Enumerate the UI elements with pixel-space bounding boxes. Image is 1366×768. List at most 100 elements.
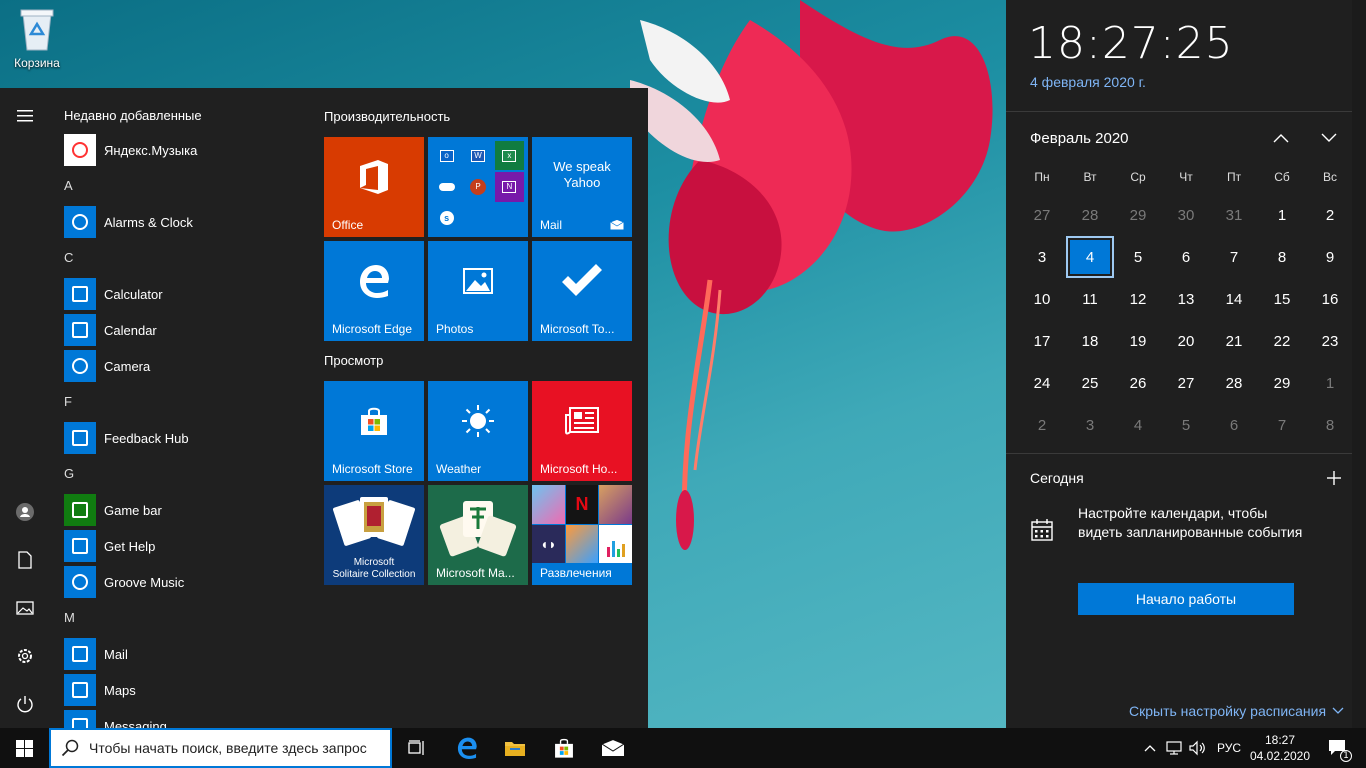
- calendar-day[interactable]: 16: [1306, 278, 1354, 320]
- calendar-day[interactable]: 26: [1114, 362, 1162, 404]
- action-center-button[interactable]: 1: [1318, 728, 1358, 768]
- calendar-day[interactable]: 27: [1018, 194, 1066, 236]
- hide-agenda-link[interactable]: Скрыть настройку расписания: [1129, 703, 1344, 719]
- calendar-day[interactable]: 4: [1114, 404, 1162, 446]
- app-list-item[interactable]: Maps: [64, 674, 136, 706]
- calendar-day[interactable]: 30: [1162, 194, 1210, 236]
- tile-solitaire[interactable]: Microsoft Solitaire Collection: [324, 485, 424, 585]
- app-list-item[interactable]: Calendar: [64, 314, 157, 346]
- calendar-day[interactable]: 8: [1258, 236, 1306, 278]
- calendar-day[interactable]: 18: [1066, 320, 1114, 362]
- taskbar-edge[interactable]: [443, 728, 491, 768]
- calendar-day-today[interactable]: 4: [1066, 236, 1114, 278]
- settings-button[interactable]: [13, 644, 37, 668]
- app-list-item[interactable]: Calculator: [64, 278, 163, 310]
- taskbar-mail[interactable]: [589, 728, 637, 768]
- calendar-day[interactable]: 13: [1162, 278, 1210, 320]
- calendar-day[interactable]: 1: [1306, 362, 1354, 404]
- calendar-day[interactable]: 27: [1162, 362, 1210, 404]
- user-account-button[interactable]: [13, 500, 37, 524]
- calendar-day[interactable]: 22: [1258, 320, 1306, 362]
- network-button[interactable]: [1163, 728, 1185, 768]
- calendar-day[interactable]: 21: [1210, 320, 1258, 362]
- calendar-day[interactable]: 6: [1162, 236, 1210, 278]
- calendar-day[interactable]: 28: [1210, 362, 1258, 404]
- calendar-day[interactable]: 20: [1162, 320, 1210, 362]
- calendar-day[interactable]: 29: [1114, 194, 1162, 236]
- calendar-day[interactable]: 5: [1162, 404, 1210, 446]
- tile-microsoft-todo[interactable]: Microsoft To...: [532, 241, 632, 341]
- app-list-item[interactable]: Feedback Hub: [64, 422, 189, 454]
- calendar-day[interactable]: 10: [1018, 278, 1066, 320]
- tile-office[interactable]: Office: [324, 137, 424, 237]
- task-view-button[interactable]: [394, 728, 440, 768]
- hamburger-menu-button[interactable]: [13, 104, 37, 128]
- power-button[interactable]: [13, 692, 37, 716]
- calendar-day[interactable]: 5: [1114, 236, 1162, 278]
- alphabet-letter-f[interactable]: F: [64, 394, 72, 409]
- previous-month-button[interactable]: [1269, 126, 1293, 150]
- calendar-day[interactable]: 28: [1066, 194, 1114, 236]
- calendar-day[interactable]: 3: [1066, 404, 1114, 446]
- tile-weather[interactable]: Weather: [428, 381, 528, 481]
- show-hidden-icons-button[interactable]: [1140, 728, 1160, 768]
- calendar-day[interactable]: 2: [1306, 194, 1354, 236]
- calendar-day[interactable]: 1: [1258, 194, 1306, 236]
- calendar-day[interactable]: 25: [1066, 362, 1114, 404]
- taskbar-file-explorer[interactable]: [491, 728, 539, 768]
- app-list-item[interactable]: Alarms & Clock: [64, 206, 193, 238]
- pictures-button[interactable]: [13, 596, 37, 620]
- get-started-button[interactable]: Начало работы: [1078, 583, 1294, 615]
- calendar-day[interactable]: 7: [1258, 404, 1306, 446]
- tile-mail[interactable]: We speak Yahoo Mail: [532, 137, 632, 237]
- calendar-day[interactable]: 29: [1258, 362, 1306, 404]
- search-box[interactable]: Чтобы начать поиск, введите здесь запрос: [49, 728, 392, 768]
- input-language-button[interactable]: РУС: [1212, 728, 1246, 768]
- calendar-day[interactable]: 2: [1018, 404, 1066, 446]
- calendar-day[interactable]: 9: [1306, 236, 1354, 278]
- scrollbar-track[interactable]: [1352, 0, 1366, 728]
- add-event-button[interactable]: [1322, 466, 1346, 490]
- app-list-item[interactable]: Camera: [64, 350, 150, 382]
- tile-mahjong[interactable]: Microsoft Ma...: [428, 485, 528, 585]
- tile-entertainment-folder[interactable]: N ◖◗ Развлечения: [532, 485, 632, 585]
- calendar-day[interactable]: 17: [1018, 320, 1066, 362]
- full-date-link[interactable]: 4 февраля 2020 г.: [1030, 74, 1146, 90]
- app-list-item[interactable]: Messaging: [64, 710, 167, 728]
- start-button[interactable]: [0, 728, 48, 768]
- documents-button[interactable]: [13, 548, 37, 572]
- equalizer-icon: [599, 524, 632, 563]
- app-list-item[interactable]: Groove Music: [64, 566, 184, 598]
- taskbar-store[interactable]: [540, 728, 588, 768]
- calendar-day[interactable]: 6: [1210, 404, 1258, 446]
- calendar-day[interactable]: 15: [1258, 278, 1306, 320]
- next-month-button[interactable]: [1317, 126, 1341, 150]
- tile-microsoft-edge[interactable]: Microsoft Edge: [324, 241, 424, 341]
- app-list-item[interactable]: Game bar: [64, 494, 162, 526]
- calendar-day[interactable]: 3: [1018, 236, 1066, 278]
- calendar-day[interactable]: 31: [1210, 194, 1258, 236]
- alphabet-letter-a[interactable]: A: [64, 178, 73, 193]
- calendar-day[interactable]: 7: [1210, 236, 1258, 278]
- calendar-day[interactable]: 8: [1306, 404, 1354, 446]
- calendar-day[interactable]: 14: [1210, 278, 1258, 320]
- tile-microsoft-news[interactable]: Microsoft Ho...: [532, 381, 632, 481]
- calendar-day[interactable]: 12: [1114, 278, 1162, 320]
- calendar-day[interactable]: 23: [1306, 320, 1354, 362]
- calendar-day[interactable]: 11: [1066, 278, 1114, 320]
- app-list-item[interactable]: Mail: [64, 638, 128, 670]
- tile-microsoft-store[interactable]: Microsoft Store: [324, 381, 424, 481]
- app-list-item[interactable]: Яндекс.Музыка: [64, 134, 197, 166]
- alphabet-letter-g[interactable]: G: [64, 466, 74, 481]
- app-list-item[interactable]: Get Help: [64, 530, 155, 562]
- alphabet-letter-m[interactable]: M: [64, 610, 75, 625]
- month-title[interactable]: Февраль 2020: [1030, 130, 1129, 147]
- calendar-day[interactable]: 19: [1114, 320, 1162, 362]
- tile-photos[interactable]: Photos: [428, 241, 528, 341]
- volume-button[interactable]: [1187, 728, 1209, 768]
- tile-office-apps-folder[interactable]: o W x P N s: [428, 137, 528, 237]
- recycle-bin[interactable]: Корзина: [6, 6, 68, 70]
- alphabet-letter-c[interactable]: C: [64, 250, 73, 265]
- calendar-day[interactable]: 24: [1018, 362, 1066, 404]
- taskbar-clock[interactable]: 18:27 04.02.2020: [1250, 728, 1310, 768]
